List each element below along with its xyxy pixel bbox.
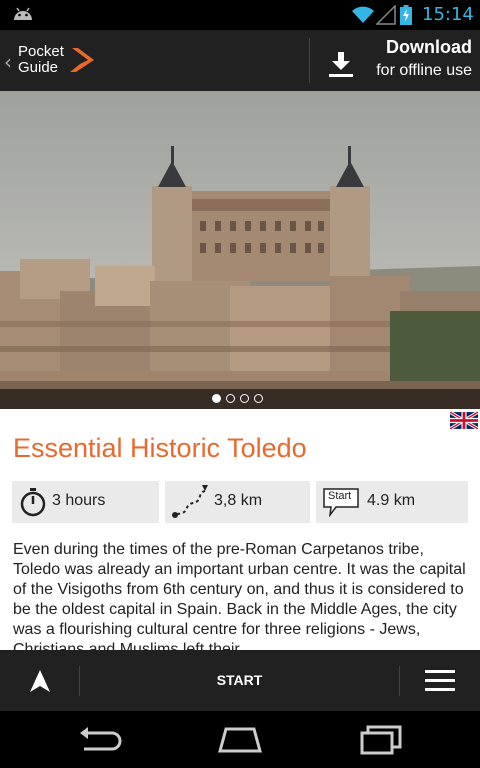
navigation-arrow-icon[interactable] xyxy=(22,668,58,694)
carousel-dot[interactable] xyxy=(254,394,263,403)
duration-stat: 3 hours xyxy=(12,481,159,523)
carousel-dot-active[interactable] xyxy=(212,394,221,403)
start-distance-stat: Start 4.9 km xyxy=(316,481,468,523)
system-navigation-bar xyxy=(0,711,480,768)
logo-arrow-icon xyxy=(70,48,94,72)
download-label: Download xyxy=(386,37,472,57)
download-button[interactable]: Download for offline use xyxy=(312,30,480,91)
recent-apps-icon[interactable] xyxy=(358,725,404,755)
menu-icon[interactable] xyxy=(425,668,455,692)
hero-image[interactable] xyxy=(0,91,480,409)
clock: 15:14 xyxy=(422,4,474,25)
start-distance-value: 4.9 km xyxy=(367,492,416,509)
divider xyxy=(399,666,400,696)
divider xyxy=(309,38,310,83)
logo-line1: Pocket xyxy=(18,43,64,60)
carousel-dot[interactable] xyxy=(226,394,235,403)
stopwatch-icon xyxy=(20,488,46,517)
download-icon xyxy=(329,52,353,77)
status-bar: 15:14 xyxy=(0,0,480,30)
wifi-icon xyxy=(352,6,374,23)
action-bar: ‹ Pocket Guide Download for offline use xyxy=(0,30,480,91)
pocket-guide-logo[interactable]: Pocket Guide xyxy=(18,42,104,78)
carousel-indicator xyxy=(0,389,480,409)
battery-charging-icon xyxy=(400,5,412,25)
carousel-dot[interactable] xyxy=(240,394,249,403)
up-chevron-icon[interactable]: ‹ xyxy=(4,50,12,74)
android-notification-icon xyxy=(14,7,32,20)
tour-title: Essential Historic Toledo xyxy=(13,433,307,463)
logo-line2: Guide xyxy=(18,59,59,76)
duration-value: 3 hours xyxy=(52,492,106,509)
start-badge-label: Start xyxy=(328,490,352,502)
tour-description: Even during the times of the pre-Roman C… xyxy=(13,541,466,650)
distance-stat: 3,8 km xyxy=(165,481,310,523)
uk-flag-icon[interactable] xyxy=(450,412,478,429)
distance-value: 3,8 km xyxy=(214,492,263,509)
signal-icon xyxy=(376,5,396,25)
start-button[interactable]: START xyxy=(80,650,399,711)
home-icon[interactable] xyxy=(216,725,264,753)
download-sublabel: for offline use xyxy=(376,62,472,79)
route-icon xyxy=(172,485,208,518)
back-icon[interactable] xyxy=(78,727,122,753)
bottom-bar: START xyxy=(0,650,480,711)
